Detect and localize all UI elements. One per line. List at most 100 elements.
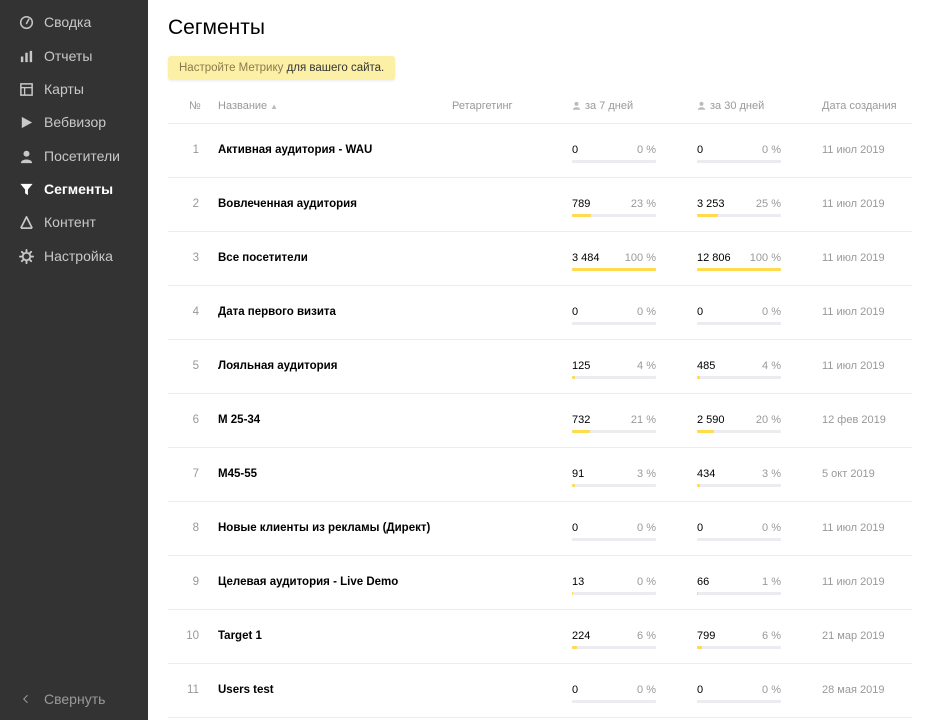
created-date: 11 июл 2019: [822, 360, 885, 372]
row-number: 5: [192, 360, 199, 372]
segment-name-link[interactable]: Целевая аудитория - Live Demo: [218, 576, 398, 588]
sidebar-item-webvisor[interactable]: Вебвизор: [0, 105, 148, 139]
visitors-30d-value: 12 806: [697, 252, 731, 264]
sidebar-item-settings[interactable]: Настройка: [0, 239, 148, 273]
segment-name-link[interactable]: Все посетители: [218, 252, 308, 264]
table-row: 6 М 25-34 732 21 % 2 590 20 % 12 фев 2019: [168, 394, 912, 448]
main-content: Сегменты Настройте Метрику для вашего са…: [148, 0, 952, 720]
setup-banner: Настройте Метрику для вашего сайта.: [168, 56, 396, 80]
sidebar-item-content[interactable]: Контент: [0, 205, 148, 239]
sidebar-item-label: Сегменты: [44, 181, 114, 197]
visitors-7d-bar: [572, 322, 656, 325]
created-date: 21 мар 2019: [822, 630, 885, 642]
visitors-7d-bar-fill: [572, 376, 576, 379]
page-title: Сегменты: [168, 16, 265, 39]
column-header-retargeting[interactable]: Ретаргетинг: [452, 100, 513, 112]
visitors-30d-percent: 1 %: [762, 576, 781, 588]
table-row: 3 Все посетители 3 484 100 % 12 806 100 % 11 и…: [168, 232, 912, 286]
visitors-7d-bar: [572, 268, 656, 271]
sidebar-item-summary[interactable]: Сводка: [0, 5, 148, 39]
visitors-30d-percent: 0 %: [762, 306, 781, 318]
table-row: 8 Новые клиенты из рекламы (Директ) 0 0 % 0 0…: [168, 502, 912, 556]
visitors-7d-bar: [572, 376, 656, 379]
sidebar-item-reports[interactable]: Отчеты: [0, 39, 148, 73]
visitors-30d-percent: 3 %: [762, 468, 781, 480]
segment-name-link[interactable]: Target 1: [218, 630, 262, 642]
visitors-30d-value: 799: [697, 630, 716, 642]
visitors-30d-percent: 0 %: [762, 522, 781, 534]
segment-name-link[interactable]: Дата первого визита: [218, 306, 336, 318]
column-header-month[interactable]: за 30 дней: [697, 100, 764, 112]
visitors-7d-value: 789: [572, 198, 591, 210]
segment-name-link[interactable]: Вовлеченная аудитория: [218, 198, 357, 210]
visitors-30d-value: 0: [697, 144, 704, 156]
visitors-7d-value: 732: [572, 414, 591, 426]
column-header-created[interactable]: Дата создания: [822, 100, 897, 112]
collapse-sidebar-button[interactable]: Свернуть: [0, 684, 148, 714]
table-row: 1 Активная аудитория - WAU 0 0 % 0 0 % 11 июл …: [168, 124, 912, 178]
visitors-30d-percent: 100 %: [749, 252, 781, 264]
table-row: 11 Users test 0 0 % 0 0 % 28 мая 2019: [168, 664, 912, 718]
created-date: 28 мая 2019: [822, 684, 885, 696]
created-date: 11 июл 2019: [822, 576, 885, 588]
table-row: 5 Лояльная аудитория 125 4 % 485 4 % 11 июл 20…: [168, 340, 912, 394]
visitors-7d-bar-fill: [572, 214, 592, 217]
visitors-30d-value: 0: [697, 522, 704, 534]
visitors-7d-value: 91: [572, 468, 585, 480]
sort-asc-icon: ▲: [270, 102, 279, 111]
row-number: 7: [192, 468, 199, 480]
visitors-30d-bar: [697, 538, 781, 541]
created-date: 11 июл 2019: [822, 306, 885, 318]
segment-name-link[interactable]: М45-55: [218, 468, 257, 480]
visitors-7d-bar-fill: [572, 592, 574, 595]
visitors-7d-value: 125: [572, 360, 591, 372]
segment-name-link[interactable]: Users test: [218, 684, 274, 696]
user-icon: [572, 101, 581, 110]
segment-name-link[interactable]: М 25-34: [218, 414, 260, 426]
visitors-7d-percent: 3 %: [637, 468, 656, 480]
gauge-icon: [18, 14, 34, 30]
visitors-30d-bar: [697, 700, 781, 703]
visitors-7d-value: 0: [572, 144, 579, 156]
visitors-30d-bar-fill: [697, 484, 700, 487]
segment-name-link[interactable]: Активная аудитория - WAU: [218, 144, 372, 156]
visitors-7d-bar: [572, 538, 656, 541]
column-header-week[interactable]: за 7 дней: [572, 100, 633, 112]
segment-name-link[interactable]: Новые клиенты из рекламы (Директ): [218, 522, 430, 534]
visitors-7d-bar: [572, 160, 656, 163]
visitors-30d-bar-fill: [697, 268, 781, 271]
visitors-7d-percent: 100 %: [624, 252, 656, 264]
table-header: № Название ▲ Ретаргетинг за 7 дней за 30 …: [168, 90, 912, 124]
segment-name-link[interactable]: Лояльная аудитория: [218, 360, 337, 372]
visitors-30d-value: 0: [697, 684, 704, 696]
visitors-30d-percent: 0 %: [762, 144, 781, 156]
visitors-30d-value: 3 253: [697, 198, 725, 210]
visitors-30d-value: 2 590: [697, 414, 725, 426]
visitors-7d-percent: 0 %: [637, 684, 656, 696]
visitors-7d-bar-fill: [572, 484, 575, 487]
column-header-number: №: [189, 100, 201, 112]
visitors-7d-bar: [572, 646, 656, 649]
collapse-label: Свернуть: [44, 691, 106, 707]
chevron-left-icon: [20, 693, 36, 705]
sidebar-item-segments[interactable]: Сегменты: [0, 172, 148, 206]
sidebar-item-visitors[interactable]: Посетители: [0, 139, 148, 173]
visitors-30d-percent: 0 %: [762, 684, 781, 696]
visitors-30d-bar-fill: [697, 430, 714, 433]
visitors-30d-bar: [697, 646, 781, 649]
sidebar-item-maps[interactable]: Карты: [0, 72, 148, 106]
visitors-30d-bar: [697, 484, 781, 487]
setup-metrika-link[interactable]: Настройте Метрику: [179, 62, 283, 74]
visitors-30d-bar: [697, 430, 781, 433]
row-number: 8: [192, 522, 199, 534]
row-number: 2: [192, 198, 199, 210]
sidebar-item-label: Настройка: [44, 248, 113, 264]
column-header-name[interactable]: Название ▲: [218, 100, 278, 112]
visitors-30d-bar: [697, 322, 781, 325]
visitors-30d-percent: 4 %: [762, 360, 781, 372]
table-row: 10 Target 1 224 6 % 799 6 % 21 мар 2019: [168, 610, 912, 664]
column-header-week-label: за 7 дней: [585, 100, 634, 112]
created-date: 5 окт 2019: [822, 468, 875, 480]
visitors-7d-value: 13: [572, 576, 585, 588]
visitors-30d-value: 0: [697, 306, 704, 318]
